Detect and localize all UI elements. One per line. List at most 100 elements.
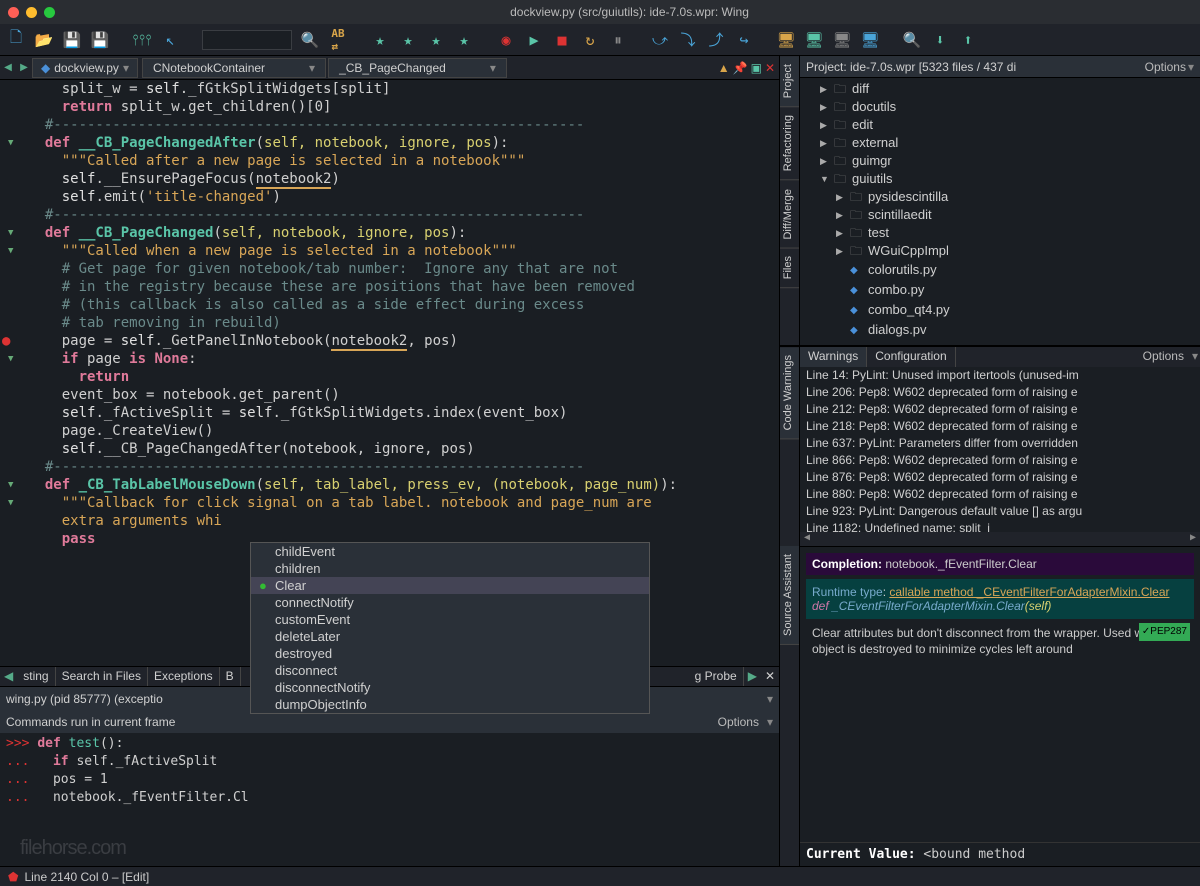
- bookmark-star-icon[interactable]: ★: [370, 30, 390, 50]
- tree-item[interactable]: ▶🗀scintillaedit: [800, 206, 1200, 224]
- bookmark-prev-icon[interactable]: ★: [398, 30, 418, 50]
- tree-item[interactable]: ▶🗀edit: [800, 116, 1200, 134]
- warning-triangle-icon[interactable]: ▲: [718, 61, 730, 75]
- completion-popup[interactable]: childEventchildrenClearconnectNotifycust…: [250, 542, 650, 714]
- zoom-window-button[interactable]: [44, 7, 55, 18]
- replace-icon[interactable]: AB⇄: [328, 30, 348, 50]
- pin-icon[interactable]: 📌: [733, 61, 748, 75]
- toolbar-search-input[interactable]: [202, 30, 292, 50]
- options-link[interactable]: Options: [718, 715, 759, 729]
- vtab-diff-merge[interactable]: Diff/Merge: [780, 181, 799, 249]
- bookmark-list-icon[interactable]: ★: [454, 30, 474, 50]
- close-window-button[interactable]: [8, 7, 19, 18]
- tree-item[interactable]: combo_qt4.py: [800, 300, 1200, 320]
- file-tab-dockview[interactable]: ◆ dockview.py ▾: [32, 58, 138, 78]
- configuration-tab[interactable]: Configuration: [867, 347, 955, 367]
- completion-item[interactable]: childEvent: [251, 543, 649, 560]
- find-icon[interactable]: 🔍: [902, 30, 922, 50]
- bottom-tab-probe[interactable]: g Probe: [689, 667, 744, 686]
- monitor2-icon[interactable]: 🖥: [804, 30, 824, 50]
- run-icon[interactable]: ▶: [524, 30, 544, 50]
- bookmark-next-icon[interactable]: ★: [426, 30, 446, 50]
- up-arrow-icon[interactable]: ⬆: [958, 30, 978, 50]
- bottom-tab-testing[interactable]: sting: [17, 667, 55, 686]
- warnings-options-link[interactable]: Options: [1137, 347, 1190, 367]
- record-icon[interactable]: ◉: [496, 30, 516, 50]
- completion-item[interactable]: customEvent: [251, 611, 649, 628]
- warning-item[interactable]: Line 923: PyLint: Dangerous default valu…: [800, 503, 1200, 520]
- completion-item[interactable]: Clear: [251, 577, 649, 594]
- completion-item[interactable]: children: [251, 560, 649, 577]
- vtab-refactoring[interactable]: Refactoring: [780, 107, 799, 180]
- pause-icon[interactable]: ⏸: [608, 30, 628, 50]
- monitor3-icon[interactable]: 🖥: [832, 30, 852, 50]
- continue-icon[interactable]: ↪: [734, 30, 754, 50]
- tree-item[interactable]: ▶🗀external: [800, 134, 1200, 152]
- pointer-icon[interactable]: ↖: [160, 30, 180, 50]
- close-tab-icon[interactable]: ✕: [765, 61, 775, 75]
- bottom-tab-exceptions[interactable]: Exceptions: [148, 667, 220, 686]
- tree-item[interactable]: combo.py: [800, 280, 1200, 300]
- warning-item[interactable]: Line 637: PyLint: Parameters differ from…: [800, 435, 1200, 452]
- tree-item[interactable]: dialogs.pv: [800, 320, 1200, 340]
- warnings-list[interactable]: Line 14: PyLint: Unused import itertools…: [800, 367, 1200, 532]
- project-options-link[interactable]: Options: [1145, 60, 1186, 74]
- stop-icon[interactable]: ■: [552, 30, 572, 50]
- warning-item[interactable]: Line 866: Pep8: W602 deprecated form of …: [800, 452, 1200, 469]
- restart-icon[interactable]: ↻: [580, 30, 600, 50]
- tree-item[interactable]: ▶🗀test: [800, 224, 1200, 242]
- down-arrow-icon[interactable]: ⬇: [930, 30, 950, 50]
- search-icon[interactable]: 🔍: [300, 30, 320, 50]
- breadcrumb-method[interactable]: _CB_PageChanged▾: [328, 58, 507, 78]
- tree-item[interactable]: ▶🗀guimgr: [800, 152, 1200, 170]
- warnings-tab[interactable]: Warnings: [800, 347, 867, 367]
- completion-item[interactable]: dumpObjectInfo: [251, 696, 649, 713]
- split-icon[interactable]: ▣: [751, 61, 762, 75]
- tab-nav-right-icon[interactable]: ▶: [744, 667, 761, 686]
- monitor1-icon[interactable]: 🖥: [776, 30, 796, 50]
- breadcrumb-class[interactable]: CNotebookContainer▾: [142, 58, 326, 78]
- step-out-icon[interactable]: ⤴: [706, 30, 726, 50]
- step-into-icon[interactable]: ⤵: [678, 30, 698, 50]
- vtab-files[interactable]: Files: [780, 248, 799, 288]
- warning-item[interactable]: Line 212: Pep8: W602 deprecated form of …: [800, 401, 1200, 418]
- bottom-tab-search[interactable]: Search in Files: [56, 667, 148, 686]
- stats-icon[interactable]: ⫯⫯⫯: [132, 30, 152, 50]
- tree-item[interactable]: ▶🗀WGuiCppImpl: [800, 242, 1200, 260]
- project-tree[interactable]: ▶🗀diff▶🗀docutils▶🗀edit▶🗀external▶🗀guimgr…: [800, 78, 1200, 345]
- scroll-right-icon[interactable]: ▶: [1186, 532, 1200, 546]
- warning-item[interactable]: Line 880: Pep8: W602 deprecated form of …: [800, 486, 1200, 503]
- save-icon[interactable]: 💾: [62, 30, 82, 50]
- bottom-tab-b[interactable]: B: [220, 667, 241, 686]
- vtab-code-warnings[interactable]: Code Warnings: [780, 347, 799, 439]
- new-file-icon[interactable]: 🗋: [6, 30, 26, 50]
- completion-item[interactable]: connectNotify: [251, 594, 649, 611]
- completion-item[interactable]: deleteLater: [251, 628, 649, 645]
- tab-nav-left-icon[interactable]: ◀: [0, 667, 17, 686]
- tree-item[interactable]: colorutils.py: [800, 260, 1200, 280]
- step-over-icon[interactable]: ⤻: [650, 30, 670, 50]
- tree-item[interactable]: ▶🗀diff: [800, 80, 1200, 98]
- vtab-source-assistant[interactable]: Source Assistant: [780, 546, 799, 645]
- completion-item[interactable]: disconnectNotify: [251, 679, 649, 696]
- warning-item[interactable]: Line 14: PyLint: Unused import itertools…: [800, 367, 1200, 384]
- tab-nav-right-icon[interactable]: ▶: [16, 62, 32, 73]
- completion-item[interactable]: destroyed: [251, 645, 649, 662]
- open-file-icon[interactable]: 📂: [34, 30, 54, 50]
- save-all-icon[interactable]: 💾: [90, 30, 110, 50]
- runtime-type-link[interactable]: callable method _CEventFilterForAdapterM…: [889, 585, 1169, 599]
- close-panel-icon[interactable]: ✕: [761, 667, 779, 686]
- minimize-window-button[interactable]: [26, 7, 37, 18]
- tree-item[interactable]: ▶🗀docutils: [800, 98, 1200, 116]
- scroll-left-icon[interactable]: ◀: [800, 532, 814, 546]
- tree-item[interactable]: ▼🗀guiutils: [800, 170, 1200, 188]
- completion-item[interactable]: disconnect: [251, 662, 649, 679]
- tree-item[interactable]: ▶🗀pysidescintilla: [800, 188, 1200, 206]
- warning-item[interactable]: Line 876: Pep8: W602 deprecated form of …: [800, 469, 1200, 486]
- tab-nav-left-icon[interactable]: ◀: [0, 62, 16, 73]
- warning-item[interactable]: Line 218: Pep8: W602 deprecated form of …: [800, 418, 1200, 435]
- vtab-project[interactable]: Project: [780, 56, 799, 107]
- warning-item[interactable]: Line 206: Pep8: W602 deprecated form of …: [800, 384, 1200, 401]
- monitor4-icon[interactable]: 🖥: [860, 30, 880, 50]
- warning-item[interactable]: Line 1182: Undefined name: split_i: [800, 520, 1200, 532]
